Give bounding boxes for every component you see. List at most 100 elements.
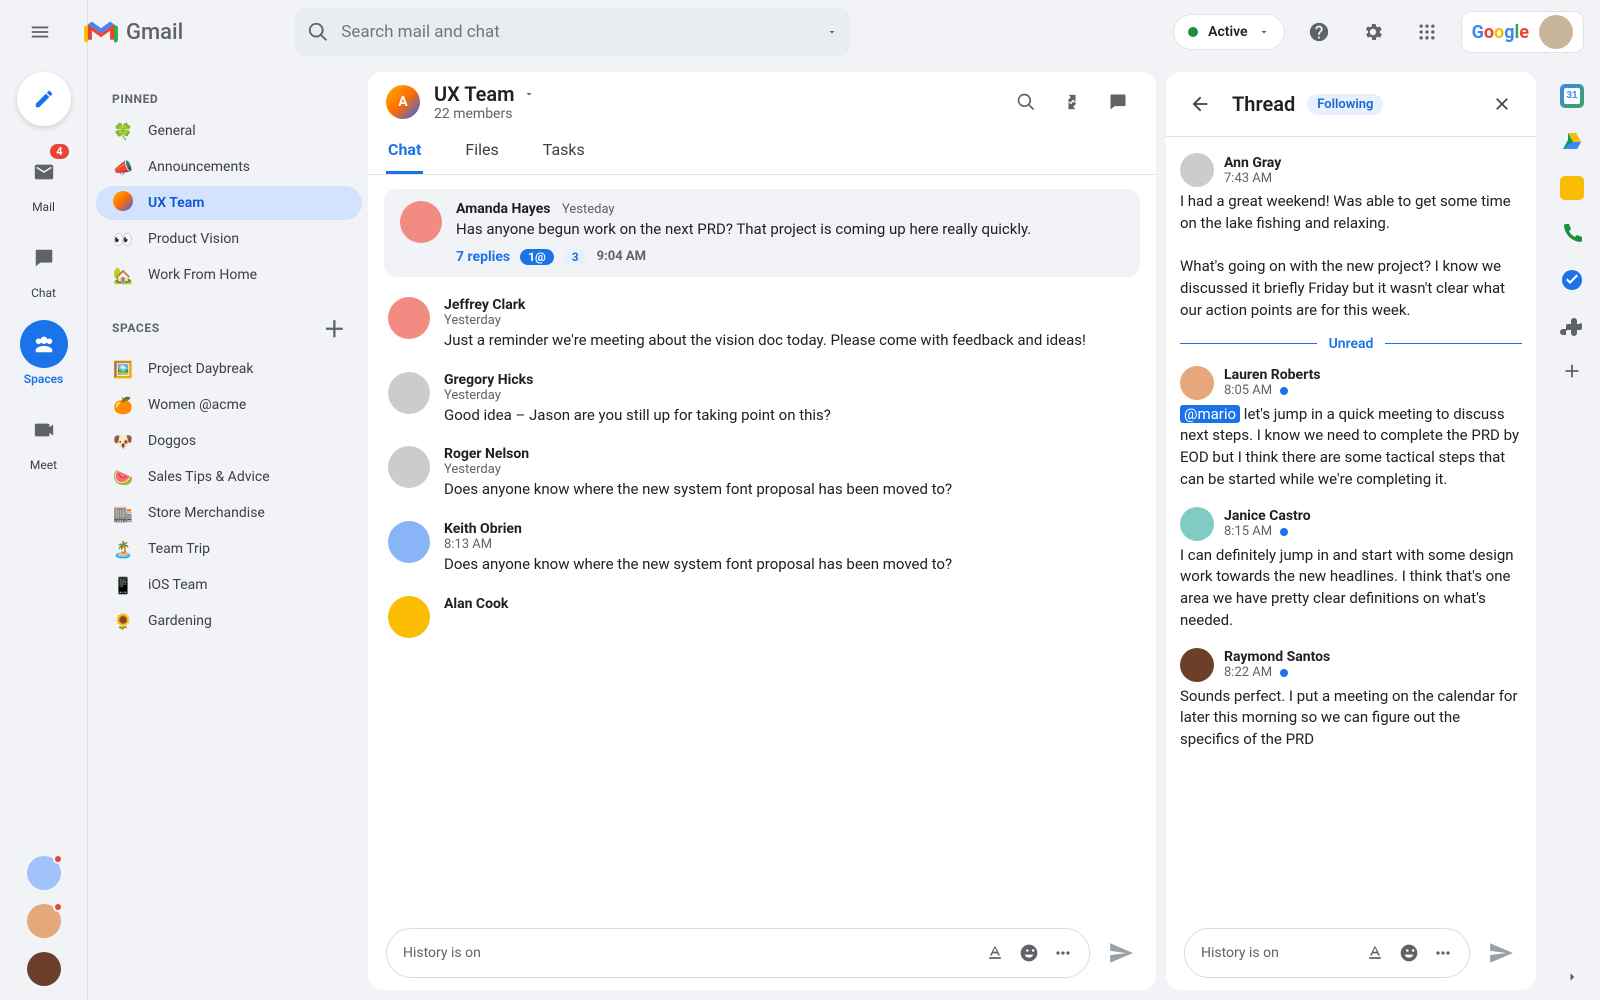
sidebar-item-women-acme[interactable]: 🍊Women @acme <box>96 388 362 422</box>
space-emoji-icon: 🍉 <box>112 468 134 487</box>
side-panel-toggle[interactable] <box>1563 968 1581 986</box>
following-chip[interactable]: Following <box>1307 94 1383 115</box>
message[interactable]: Keith Obrien 8:13 AM Does anyone know wh… <box>384 511 1140 586</box>
keep-app-icon[interactable] <box>1560 176 1584 200</box>
main-menu-button[interactable] <box>16 8 64 56</box>
compose-fab[interactable] <box>17 72 71 126</box>
search-input[interactable] <box>339 21 816 43</box>
thread-time: 8:15 AM <box>1224 524 1272 539</box>
voice-app-icon[interactable] <box>1560 222 1584 246</box>
sidebar-item-store-merchandise[interactable]: 🏬Store Merchandise <box>96 496 362 530</box>
thread-message[interactable]: Ann Gray 7:43 AM I had a great weekend! … <box>1180 145 1522 330</box>
thread-author: Ann Gray <box>1224 155 1281 171</box>
quick-contact-1[interactable] <box>27 856 61 890</box>
rail-meet[interactable]: Meet <box>9 400 79 478</box>
message[interactable]: Jeffrey Clark Yesterday Just a reminder … <box>384 287 1140 362</box>
open-chat-button[interactable] <box>1098 82 1138 122</box>
message[interactable]: Gregory Hicks Yesterday Good idea – Jaso… <box>384 362 1140 437</box>
mention-badge: 1@ <box>520 249 554 265</box>
thread-message[interactable]: Janice Castro 8:15 AM I can definitely j… <box>1180 499 1522 640</box>
sidebar-item-label: Work From Home <box>148 267 257 283</box>
quick-contact-3[interactable] <box>27 952 61 986</box>
drive-app-icon[interactable] <box>1560 130 1584 154</box>
rail-spaces[interactable]: Spaces <box>9 314 79 392</box>
thread-composer[interactable]: History is on <box>1184 928 1470 978</box>
collapse-button[interactable] <box>1052 82 1092 122</box>
message-time: Yesterday <box>444 313 1136 328</box>
thread-author: Raymond Santos <box>1224 649 1330 665</box>
thread-author: Janice Castro <box>1224 508 1311 524</box>
sidebar-item-team-trip[interactable]: 🏝️Team Trip <box>96 532 362 566</box>
tab-tasks[interactable]: Tasks <box>541 128 587 174</box>
sidebar-item-label: Team Trip <box>148 541 210 557</box>
format-icon[interactable] <box>985 943 1005 963</box>
quick-contact-2[interactable] <box>27 904 61 938</box>
format-icon[interactable] <box>1365 943 1385 963</box>
avatar <box>1180 366 1214 400</box>
thread-time: 8:05 AM <box>1224 383 1272 398</box>
message[interactable]: Alan Cook <box>384 586 1140 648</box>
send-button[interactable] <box>1104 936 1138 970</box>
apps-button[interactable] <box>1407 12 1447 52</box>
avatar <box>388 446 430 488</box>
space-menu-icon[interactable] <box>523 88 535 100</box>
thread-message[interactable]: Raymond Santos 8:22 AM Sounds perfect. I… <box>1180 640 1522 759</box>
calendar-app-icon[interactable]: 31 <box>1560 84 1584 108</box>
sidebar-item-label: iOS Team <box>148 577 208 593</box>
sidebar-item-doggos[interactable]: 🐶Doggos <box>96 424 362 458</box>
mention-chip[interactable]: @mario <box>1180 405 1240 423</box>
add-space-button[interactable]: ＋ <box>323 312 346 344</box>
avatar <box>400 201 442 243</box>
thread-close-button[interactable] <box>1482 84 1522 124</box>
thread-back-button[interactable] <box>1180 84 1220 124</box>
avatar <box>388 297 430 339</box>
message[interactable]: Roger Nelson Yesterday Does anyone know … <box>384 436 1140 511</box>
sidebar-item-label: UX Team <box>148 195 204 211</box>
sidebar-item-sales-tips-advice[interactable]: 🍉 Sales Tips & Advice <box>96 460 362 494</box>
emoji-icon[interactable] <box>1399 943 1419 963</box>
account-avatar[interactable] <box>1539 15 1573 49</box>
search-bar[interactable] <box>295 8 850 56</box>
sidebar-item-announcements[interactable]: 📣Announcements <box>96 150 362 184</box>
tasks-app-icon[interactable] <box>1560 268 1584 292</box>
avatar <box>388 521 430 563</box>
chevron-down-icon <box>1258 26 1270 38</box>
thread-body: Sounds perfect. I put a meeting on the c… <box>1180 686 1522 751</box>
addons-icon[interactable] <box>1560 314 1584 338</box>
sidebar-item-project-daybreak[interactable]: 🖼️Project Daybreak <box>96 352 362 386</box>
sidebar-item-ios-team[interactable]: 📱iOS Team <box>96 568 362 602</box>
message-author: Jeffrey Clark <box>444 297 525 313</box>
rail-chat[interactable]: Chat <box>9 228 79 306</box>
space-search-button[interactable] <box>1006 82 1046 122</box>
space-emoji-icon: 🏡 <box>112 266 134 285</box>
thread-time: 7:43 AM <box>1224 171 1272 186</box>
settings-button[interactable] <box>1353 12 1393 52</box>
highlighted-thread[interactable]: Amanda Hayes Yesteday Has anyone begun w… <box>384 189 1140 277</box>
more-icon[interactable] <box>1433 943 1453 963</box>
sidebar-item-general[interactable]: 🍀General <box>96 114 362 148</box>
status-pill[interactable]: Active <box>1173 14 1284 50</box>
unread-dot-icon <box>1280 387 1288 395</box>
add-app-button[interactable] <box>1561 360 1583 382</box>
tab-files[interactable]: Files <box>463 128 500 174</box>
replies-count[interactable]: 7 replies <box>456 249 510 265</box>
sidebar-item-work-from-home[interactable]: 🏡 Work From Home <box>96 258 362 292</box>
google-account-chip[interactable]: Google <box>1461 11 1584 53</box>
message-composer[interactable]: History is on <box>386 928 1090 978</box>
tab-chat[interactable]: Chat <box>386 128 423 174</box>
sidebar-item-ux-team[interactable]: UX Team <box>96 186 362 220</box>
sidebar-item-label: Sales Tips & Advice <box>148 469 270 485</box>
sidebar-item-gardening[interactable]: 🌻Gardening <box>96 604 362 638</box>
message-author: Roger Nelson <box>444 446 529 462</box>
thread-send-button[interactable] <box>1484 936 1518 970</box>
emoji-icon[interactable] <box>1019 943 1039 963</box>
search-options-icon[interactable] <box>826 26 838 38</box>
thread-message[interactable]: Lauren Roberts 8:05 AM @mario let's jump… <box>1180 358 1522 499</box>
thread-body: I can definitely jump in and start with … <box>1180 545 1522 632</box>
message-body: Just a reminder we're meeting about the … <box>444 330 1136 352</box>
support-button[interactable] <box>1299 12 1339 52</box>
rail-mail[interactable]: 4 Mail <box>9 142 79 220</box>
more-icon[interactable] <box>1053 943 1073 963</box>
gmail-logo[interactable]: Gmail <box>84 19 183 45</box>
sidebar-item-product-vision[interactable]: 👀Product Vision <box>96 222 362 256</box>
